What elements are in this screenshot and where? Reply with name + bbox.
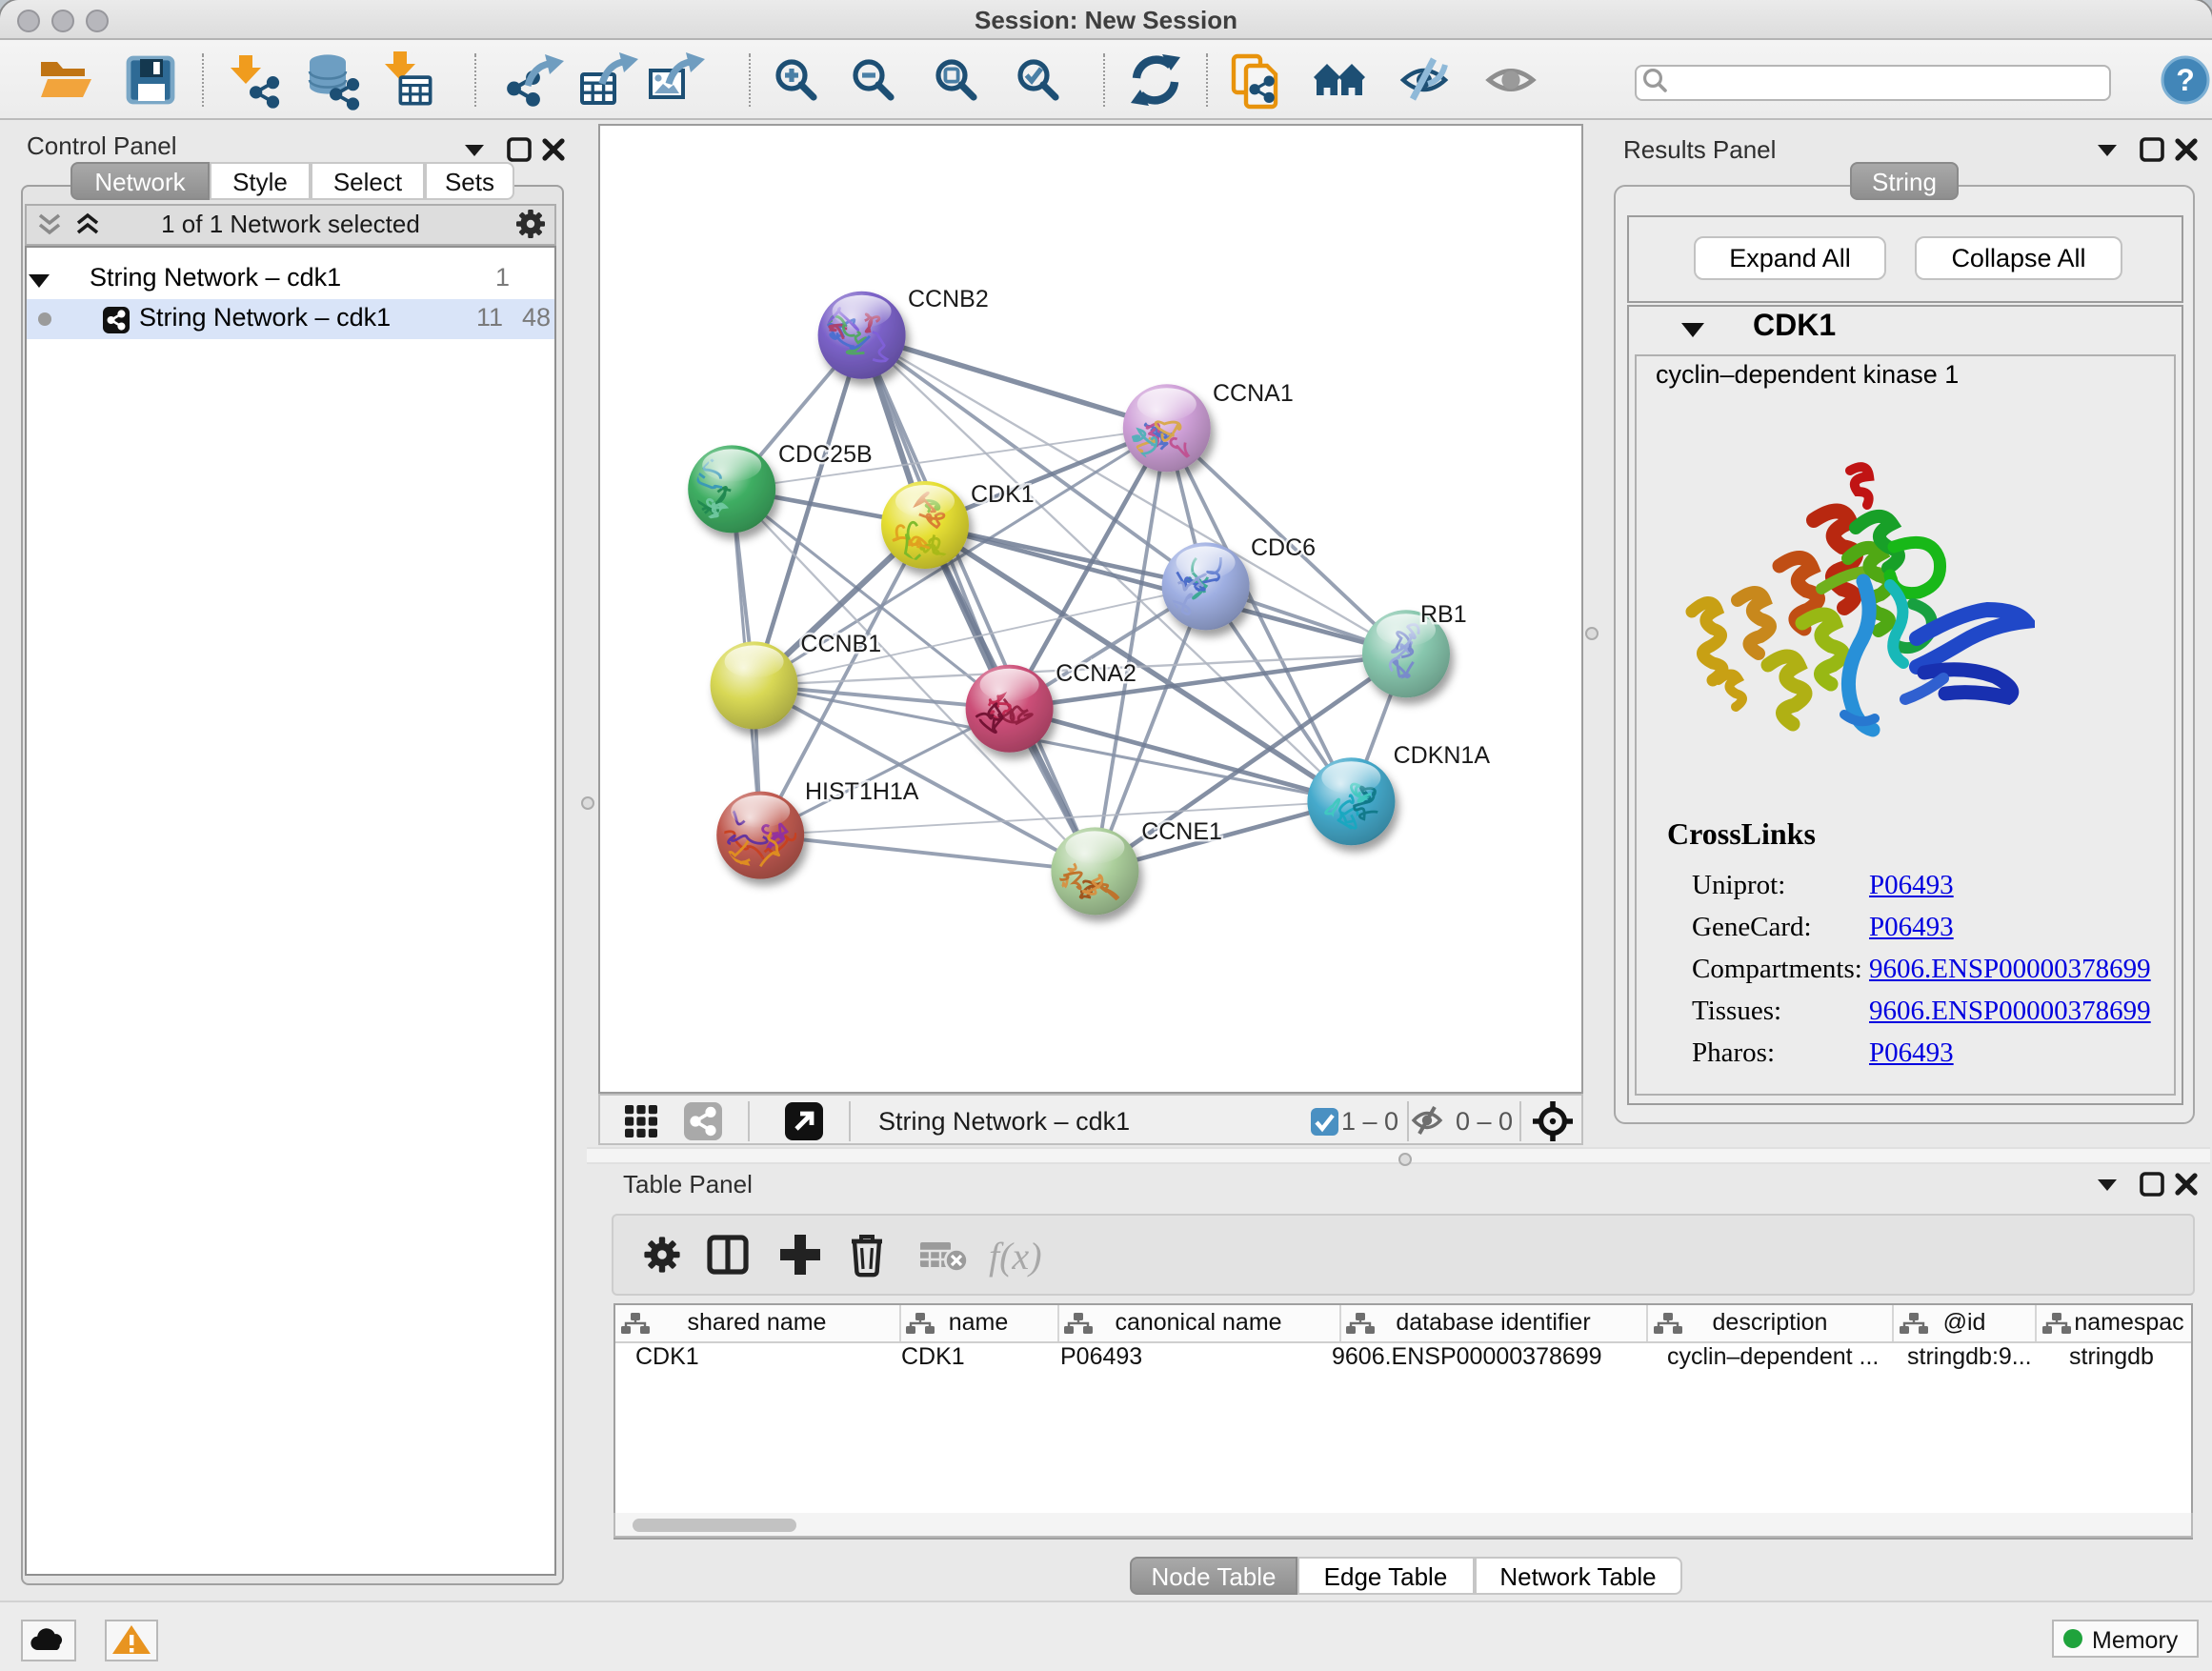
svg-text:HIST1H1A: HIST1H1A: [805, 778, 919, 805]
svg-text:f(x): f(x): [989, 1235, 1042, 1278]
svg-text:CDKN1A: CDKN1A: [1394, 742, 1491, 769]
svg-text:CCNA2: CCNA2: [1056, 660, 1136, 687]
svg-text:0 – 0: 0 – 0: [1456, 1107, 1513, 1136]
svg-text:CDC25B: CDC25B: [778, 441, 873, 468]
svg-text:1 – 0: 1 – 0: [1341, 1107, 1398, 1136]
svg-text:RB1: RB1: [1420, 601, 1467, 628]
svg-text:String Network – cdk1: String Network – cdk1: [878, 1107, 1130, 1136]
svg-text:?: ?: [2176, 63, 2195, 97]
svg-text:CCNB2: CCNB2: [908, 286, 989, 312]
svg-text:CDK1: CDK1: [971, 481, 1035, 508]
svg-text:CCNE1: CCNE1: [1141, 818, 1222, 845]
svg-text:CCNA1: CCNA1: [1213, 380, 1294, 407]
svg-text:CCNB1: CCNB1: [800, 631, 881, 657]
svg-text:CDC6: CDC6: [1251, 534, 1316, 561]
